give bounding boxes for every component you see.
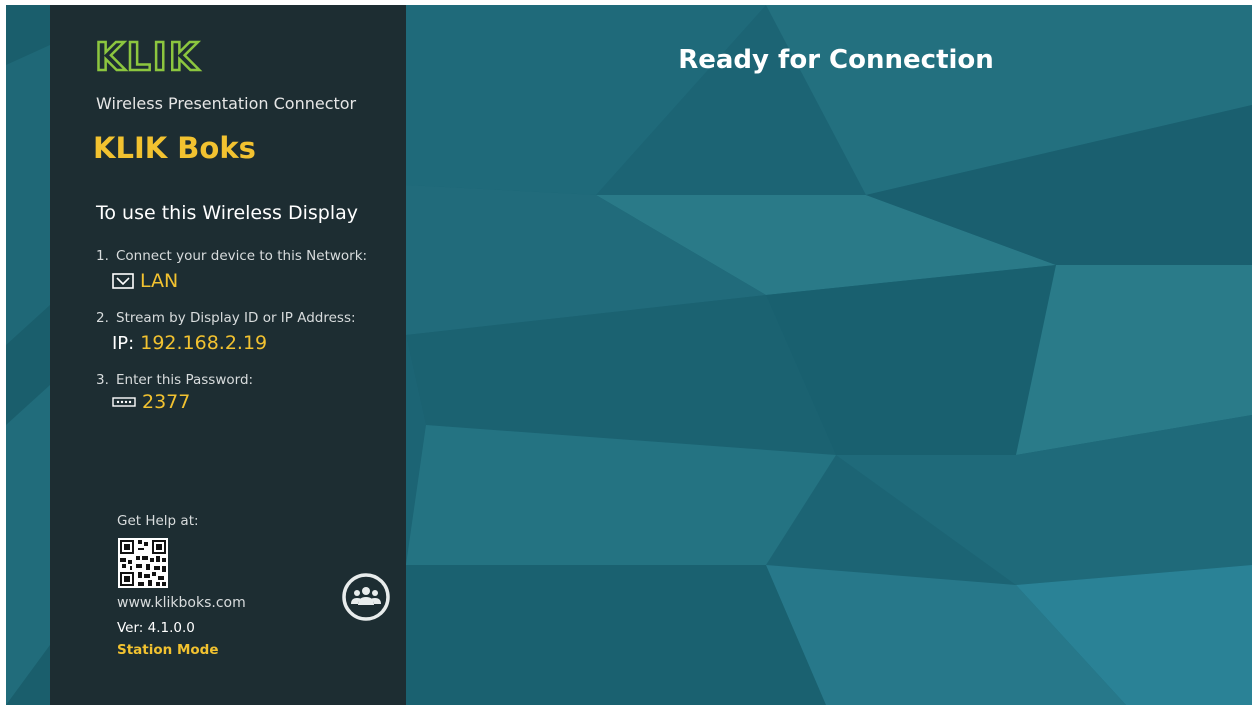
- step-1-text: Connect your device to this Network:: [116, 248, 368, 264]
- step-2-label: 2. Stream by Display ID or IP Address:: [96, 310, 356, 326]
- step-3-number: 3.: [96, 372, 109, 388]
- step-1-number: 1.: [96, 248, 109, 264]
- step-1-label: 1. Connect your device to this Network:: [96, 248, 367, 264]
- users-button[interactable]: [341, 572, 391, 622]
- product-subtitle: Wireless Presentation Connector: [96, 94, 357, 113]
- step-3-label: 3. Enter this Password:: [96, 372, 253, 388]
- ip-address: 192.168.2.19: [140, 332, 268, 354]
- ip-value: IP: 192.168.2.19: [112, 332, 267, 354]
- help-url[interactable]: www.klikboks.com: [117, 595, 246, 611]
- lan-icon: [112, 273, 134, 289]
- klik-logo: KLIK: [94, 35, 201, 79]
- connection-status: Ready for Connection: [678, 45, 994, 75]
- sidebar-panel: KLIK Wireless Presentation Connector KLI…: [50, 5, 406, 705]
- device-name: KLIK Boks: [93, 131, 256, 165]
- step-2-number: 2.: [96, 310, 109, 326]
- password-value: 2377: [112, 391, 190, 413]
- help-label: Get Help at:: [117, 513, 199, 529]
- qr-code[interactable]: [118, 538, 168, 588]
- network-value: LAN: [112, 270, 178, 292]
- password: 2377: [142, 391, 191, 413]
- version-label: Ver: 4.1.0.0: [117, 620, 195, 636]
- network-name: LAN: [140, 270, 179, 292]
- ip-prefix: IP:: [112, 332, 135, 354]
- password-icon: [112, 396, 136, 408]
- screen: KLIK Wireless Presentation Connector KLI…: [6, 5, 1252, 705]
- step-2-text: Stream by Display ID or IP Address:: [116, 310, 356, 326]
- step-3-text: Enter this Password:: [116, 372, 254, 388]
- station-mode-label: Station Mode: [117, 642, 219, 658]
- instructions-title: To use this Wireless Display: [96, 202, 358, 224]
- users-icon: [351, 587, 381, 605]
